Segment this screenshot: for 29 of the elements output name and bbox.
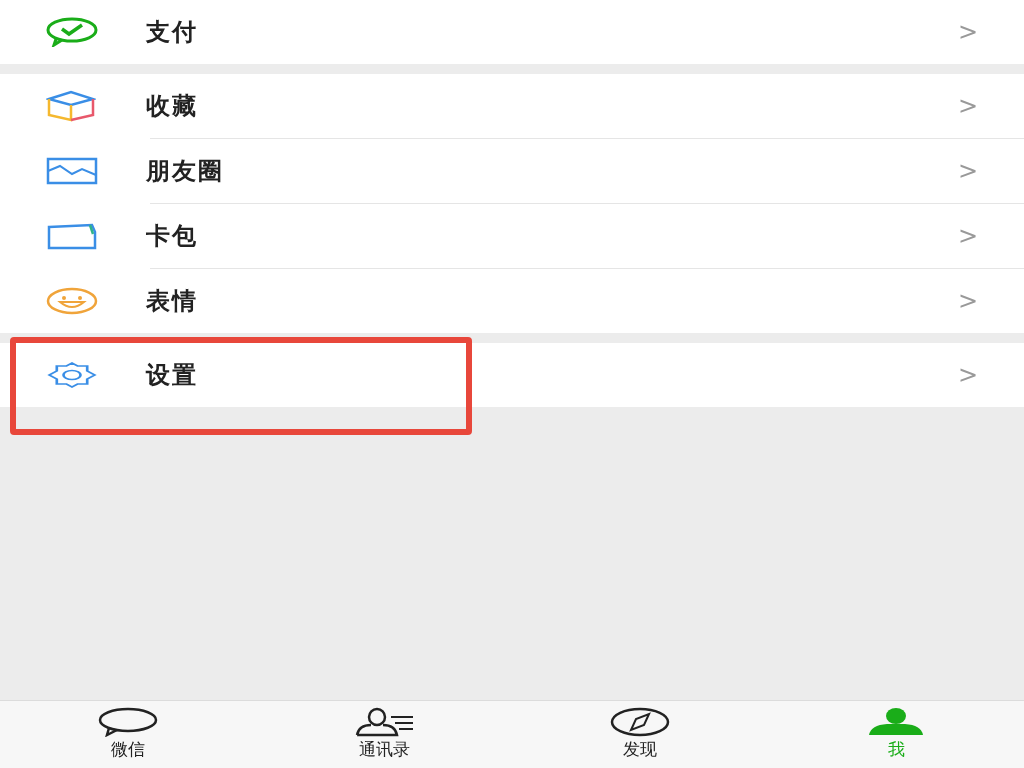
chevron: > xyxy=(957,360,978,391)
item-label: 朋友圈 xyxy=(146,156,224,187)
menu-item[interactable]: 表情 > xyxy=(0,269,1024,333)
menu-item[interactable]: 设置 > xyxy=(0,343,1024,407)
tab[interactable]: 通讯录 xyxy=(256,701,512,768)
item-label: 支付 xyxy=(146,17,198,48)
item-label: 表情 xyxy=(146,286,198,317)
item-label: 卡包 xyxy=(146,221,198,252)
chevron: > xyxy=(957,221,978,252)
compass-icon xyxy=(609,706,671,737)
item-label: 设置 xyxy=(146,360,198,391)
item-label: 收藏 xyxy=(146,91,198,122)
chevron: > xyxy=(957,156,978,187)
chevron: > xyxy=(957,17,978,48)
smiley-icon xyxy=(46,287,98,315)
landscape-icon xyxy=(46,157,98,185)
menu-item[interactable]: 朋友圈 > xyxy=(0,139,1024,203)
tab[interactable]: 微信 xyxy=(0,701,256,768)
menu-item[interactable]: 卡包 > xyxy=(0,204,1024,268)
wallet-icon xyxy=(46,222,98,250)
chevron: > xyxy=(957,286,978,317)
chevron: > xyxy=(957,91,978,122)
settings-icon xyxy=(46,361,98,389)
cube-icon xyxy=(46,90,96,122)
menu-item[interactable]: 支付 > xyxy=(0,0,1024,64)
speech-bubble-icon xyxy=(97,706,159,737)
tab[interactable]: 发现 xyxy=(512,701,768,768)
chat-check-icon xyxy=(46,17,98,47)
menu-item[interactable]: 收藏 > xyxy=(0,74,1024,138)
